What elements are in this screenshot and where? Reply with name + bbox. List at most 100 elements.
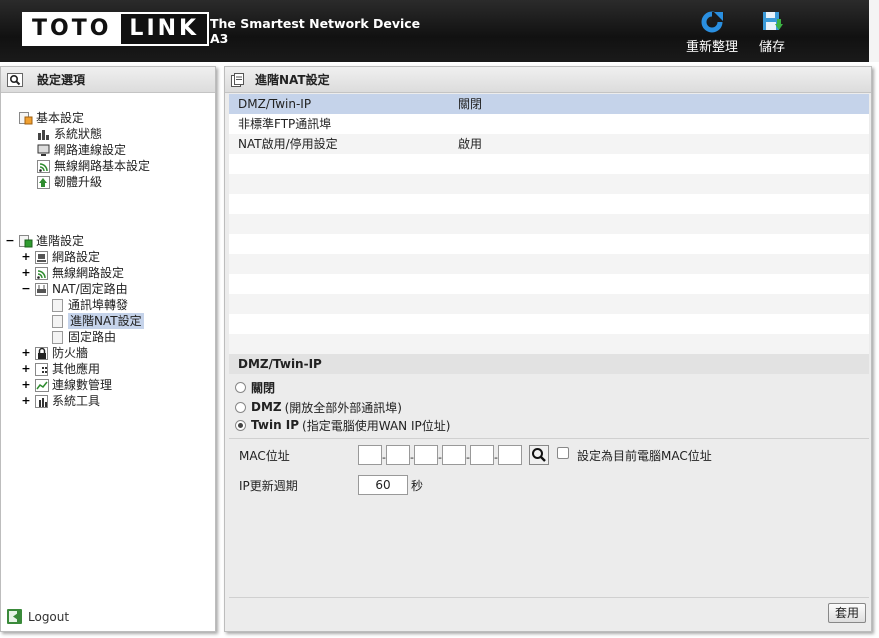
tree-item-other-apps[interactable]: + 其他應用 <box>21 361 100 377</box>
mac-octet-6-input[interactable] <box>498 445 522 465</box>
expand-icon[interactable]: + <box>21 393 31 409</box>
tree-item-label: 無線網路基本設定 <box>54 159 151 173</box>
tree-item-advanced-nat[interactable]: 進階NAT設定 <box>51 313 144 329</box>
main-header: 進階NAT設定 <box>225 67 871 93</box>
expand-icon[interactable]: + <box>21 361 31 377</box>
tree-item-port-forwarding[interactable]: 通訊埠轉發 <box>51 297 128 313</box>
expand-icon[interactable]: + <box>21 345 31 361</box>
tree-item-wireless-settings[interactable]: + 無線網路設定 <box>21 265 124 281</box>
tree-item-wireless-basic[interactable]: 無線網路基本設定 <box>37 158 150 174</box>
radio-dmz[interactable]: DMZ (開放全部外部通訊埠) <box>235 399 402 415</box>
tree-item-network-settings[interactable]: + 網路設定 <box>21 249 100 265</box>
mac-octet-5-input[interactable] <box>470 445 494 465</box>
row-value: 關閉 <box>458 97 483 111</box>
collapse-icon[interactable]: − <box>21 281 31 297</box>
ip-update-input[interactable]: 60 <box>358 475 408 495</box>
tree-advanced-settings[interactable]: − 進階設定 <box>5 233 84 249</box>
list-row-empty <box>229 174 869 194</box>
radio-desc: (指定電腦使用WAN IP位址) <box>302 418 451 433</box>
sidebar-header: 設定選項 <box>1 67 215 93</box>
list-row-empty <box>229 194 869 214</box>
tree-item-label: 進階NAT設定 <box>68 313 144 329</box>
tree-item-connection-management[interactable]: + 連線數管理 <box>21 377 112 393</box>
list-row-empty <box>229 274 869 294</box>
collapse-icon[interactable]: − <box>5 233 15 249</box>
router-icon <box>35 282 48 296</box>
line-chart-icon <box>35 378 49 392</box>
row-value: 啟用 <box>458 137 483 151</box>
tree-item-network-connection[interactable]: 網路連線設定 <box>37 142 126 158</box>
mac-octet-1-input[interactable] <box>358 445 382 465</box>
save-icon <box>763 12 783 30</box>
tree-item-system-tools[interactable]: + 系統工具 <box>21 393 100 409</box>
list-row-empty <box>229 254 869 274</box>
logout-link[interactable]: Logout <box>6 608 69 625</box>
list-row-nat[interactable]: NAT啟用/停用設定 啟用 <box>229 134 869 154</box>
tree-item-label: 無線網路設定 <box>52 266 125 280</box>
folder-advanced-icon <box>19 234 33 247</box>
monitor-icon <box>37 144 50 156</box>
tree-item-label: 其他應用 <box>52 362 101 376</box>
logo-link: LINK <box>119 14 208 44</box>
search-mac-icon[interactable] <box>529 445 549 465</box>
lock-icon <box>35 346 48 360</box>
list-row-empty <box>229 214 869 234</box>
apply-button[interactable]: 套用 <box>828 603 866 623</box>
tree-item-label: 通訊埠轉發 <box>68 298 129 312</box>
folder-settings-icon <box>19 111 33 124</box>
network-icon <box>35 250 48 264</box>
tree-item-label: 系統狀態 <box>54 127 103 141</box>
radio-button[interactable] <box>235 401 246 413</box>
row-name: 非標準FTP通訊埠 <box>238 117 332 131</box>
radio-desc: (開放全部外部通訊埠) <box>284 400 402 415</box>
tree-basic-label: 基本設定 <box>36 111 85 125</box>
upgrade-icon <box>37 175 50 189</box>
sidebar-title: 設定選項 <box>37 73 86 87</box>
tree-item-firewall[interactable]: + 防火牆 <box>21 345 88 361</box>
tools-icon <box>35 394 48 408</box>
page-icon <box>52 330 63 344</box>
tree-item-static-routing[interactable]: 固定路由 <box>51 329 116 345</box>
radio-label: Twin IP <box>251 418 300 432</box>
mac-octet-4-input[interactable] <box>442 445 466 465</box>
ip-update-unit: 秒 <box>411 479 424 493</box>
tree-item-label: 網路連線設定 <box>54 143 127 157</box>
refresh-button[interactable]: 重新整理 <box>683 10 741 55</box>
mac-octet-3-input[interactable] <box>414 445 438 465</box>
list-row-empty <box>229 234 869 254</box>
tree-advanced-label: 進階設定 <box>36 234 85 248</box>
tree-item-nat-routing[interactable]: − NAT/固定路由 <box>21 281 128 297</box>
set-current-mac-checkbox[interactable] <box>557 447 569 459</box>
tree-item-firmware-upgrade[interactable]: 韌體升級 <box>37 174 102 190</box>
apps-icon <box>35 362 48 376</box>
logout-label: Logout <box>28 609 70 624</box>
page-list-icon <box>231 72 244 87</box>
tree-item-label: 系統工具 <box>52 394 101 408</box>
page-title: 進階NAT設定 <box>255 73 330 87</box>
sidebar-panel: 設定選項 基本設定 系統狀態 網路連線設定 無線網路基本設定 韌體升級 − 進階… <box>0 66 216 632</box>
settings-list: DMZ/Twin-IP 關閉 非標準FTP通訊埠 NAT啟用/停用設定 啟用 <box>229 94 869 354</box>
expand-icon[interactable]: + <box>21 377 31 393</box>
row-name: DMZ/Twin-IP <box>238 97 312 111</box>
list-row-empty <box>229 294 869 314</box>
save-button[interactable]: 儲存 <box>752 10 792 55</box>
radio-disabled[interactable]: 關閉 <box>235 379 278 395</box>
footer-divider <box>229 597 869 598</box>
model-name: A3 <box>210 31 229 46</box>
expand-icon[interactable]: + <box>21 249 31 265</box>
header-title: The Smartest Network Device A3 <box>210 16 420 46</box>
expand-icon[interactable]: + <box>21 265 31 281</box>
mac-octet-2-input[interactable] <box>386 445 410 465</box>
radio-twin-ip[interactable]: Twin IP (指定電腦使用WAN IP位址) <box>235 417 450 433</box>
set-current-mac-label: 設定為目前電腦MAC位址 <box>577 449 712 463</box>
tree-item-system-status[interactable]: 系統狀態 <box>37 126 102 142</box>
list-row-ftp[interactable]: 非標準FTP通訊埠 <box>229 114 869 134</box>
section-title: DMZ/Twin-IP <box>229 354 869 374</box>
radio-button-selected[interactable] <box>235 419 246 431</box>
wireless-icon <box>35 266 48 280</box>
header-bar: TOTO LINK The Smartest Network Device A3… <box>0 0 879 62</box>
tree-basic-settings[interactable]: 基本設定 <box>19 110 84 126</box>
list-row-dmz[interactable]: DMZ/Twin-IP 關閉 <box>229 94 869 114</box>
radio-button[interactable] <box>235 381 246 393</box>
tree-item-label: NAT/固定路由 <box>52 282 128 296</box>
